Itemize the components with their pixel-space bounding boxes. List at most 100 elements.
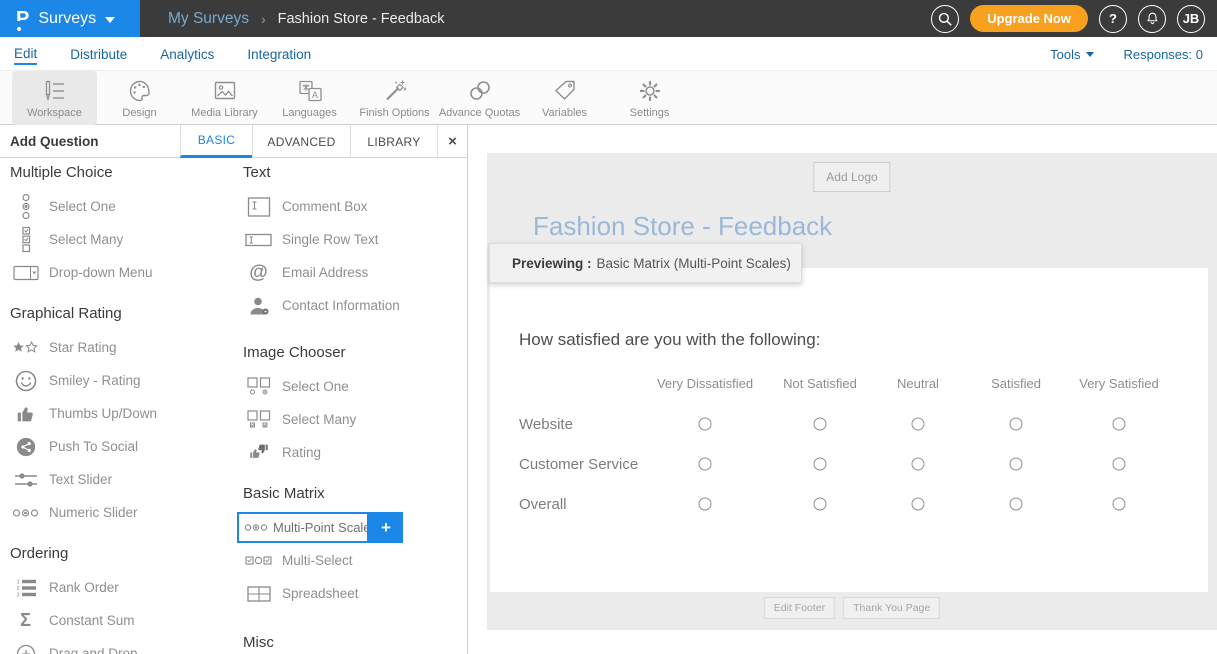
qtype-dropdown-menu[interactable]: Drop-down Menu xyxy=(0,256,233,289)
qtype-single-row-text[interactable]: Single Row Text xyxy=(233,223,466,256)
toolbar-finish-options[interactable]: Finish Options xyxy=(352,71,437,125)
radio-customer-service-not-satisfied[interactable] xyxy=(814,458,827,471)
edit-footer-button[interactable]: Edit Footer xyxy=(764,597,835,619)
add-logo-button[interactable]: Add Logo xyxy=(813,162,890,192)
close-panel-button[interactable]: × xyxy=(437,125,467,158)
radio-customer-service-very-satisfied[interactable] xyxy=(1113,458,1126,471)
qtype-label: Single Row Text xyxy=(282,232,379,247)
comment-box-icon xyxy=(245,196,272,218)
svg-text:A: A xyxy=(311,90,317,100)
toolbar-workspace[interactable]: Workspace xyxy=(12,71,97,125)
question-mark-icon: ? xyxy=(1109,11,1117,26)
qtype-label: Contact Information xyxy=(282,298,400,313)
radio-overall-very-dissatisfied[interactable] xyxy=(699,498,712,511)
image-select-one-icon xyxy=(245,377,272,396)
qtype-label: Email Address xyxy=(282,265,368,280)
dropdown-icon xyxy=(12,265,39,281)
radio-website-neutral[interactable] xyxy=(912,418,925,431)
section-graphical-rating: Graphical Rating Star Rating Smiley - Ra… xyxy=(0,305,233,529)
breadcrumb: My Surveys › Fashion Store - Feedback xyxy=(168,0,444,37)
multi-select-icon xyxy=(245,553,272,568)
product-switcher[interactable]: P Surveys xyxy=(0,0,140,37)
tab-basic[interactable]: BASIC xyxy=(180,125,252,158)
qtype-numeric-slider[interactable]: Numeric Slider xyxy=(0,496,233,529)
thank-you-page-button[interactable]: Thank You Page xyxy=(843,597,940,619)
section-misc: Misc xyxy=(233,634,466,652)
radio-overall-neutral[interactable] xyxy=(912,498,925,511)
qtype-label: Drop-down Menu xyxy=(49,265,153,280)
responses-count[interactable]: Responses: 0 xyxy=(1124,47,1204,62)
qtype-rank-order[interactable]: 123 Rank Order xyxy=(0,571,233,604)
qtype-text-slider[interactable]: Text Slider xyxy=(0,463,233,496)
toolbar-advance-quotas[interactable]: Advance Quotas xyxy=(437,71,522,125)
qtype-smiley-rating[interactable]: Smiley - Rating xyxy=(0,364,233,397)
search-button[interactable] xyxy=(931,5,959,33)
tools-menu[interactable]: Tools xyxy=(1050,47,1093,62)
radio-overall-not-satisfied[interactable] xyxy=(814,498,827,511)
qtype-label: Select Many xyxy=(49,232,123,247)
qtype-image-select-one[interactable]: Select One xyxy=(233,370,466,403)
toolbar-settings[interactable]: Settings xyxy=(607,71,692,125)
chevron-down-icon xyxy=(1086,52,1094,57)
breadcrumb-my-surveys[interactable]: My Surveys xyxy=(168,10,249,28)
notifications-button[interactable] xyxy=(1138,5,1166,33)
nav-tab-integration[interactable]: Integration xyxy=(247,45,311,64)
toolbar-variables[interactable]: Variables xyxy=(522,71,607,125)
qtype-label: Rating xyxy=(282,445,321,460)
qtype-push-to-social[interactable]: Push To Social xyxy=(0,430,233,463)
radio-website-satisfied[interactable] xyxy=(1010,418,1023,431)
qtype-drag-and-drop[interactable]: Drag and Drop xyxy=(0,637,233,654)
matrix-row-label: Website xyxy=(519,416,573,433)
radio-overall-satisfied[interactable] xyxy=(1010,498,1023,511)
section-multiple-choice: Multiple Choice Select One Select Many D… xyxy=(0,164,233,289)
section-text: Text Comment Box Single Row Text @ Email… xyxy=(233,164,466,322)
section-title: Image Chooser xyxy=(233,344,466,362)
matrix-row-label: Overall xyxy=(519,496,567,513)
qtype-email-address[interactable]: @ Email Address xyxy=(233,256,466,289)
tab-advanced[interactable]: ADVANCED xyxy=(252,125,350,158)
qtype-contact-information[interactable]: Contact Information xyxy=(233,289,466,322)
previewing-label: Previewing : xyxy=(512,256,592,271)
upgrade-now-button[interactable]: Upgrade Now xyxy=(970,5,1088,32)
nav-tab-analytics[interactable]: Analytics xyxy=(160,45,214,64)
section-title: Multiple Choice xyxy=(0,164,233,182)
qtype-label: Constant Sum xyxy=(49,613,135,628)
qtype-multi-select[interactable]: Multi-Select xyxy=(233,544,466,577)
qtype-select-many[interactable]: Select Many xyxy=(0,223,233,256)
qtype-star-rating[interactable]: Star Rating xyxy=(0,331,233,364)
toolbar-design[interactable]: Design xyxy=(97,71,182,125)
qtype-label: Select One xyxy=(282,379,349,394)
previewing-tooltip: Previewing : Basic Matrix (Multi-Point S… xyxy=(489,243,802,283)
qtype-image-select-many[interactable]: Select Many xyxy=(233,403,466,436)
qtype-label: Numeric Slider xyxy=(49,505,138,520)
survey-nav: Edit Distribute Analytics Integration To… xyxy=(0,37,1217,71)
qtype-image-rating[interactable]: Rating xyxy=(233,436,466,469)
radio-customer-service-very-dissatisfied[interactable] xyxy=(699,458,712,471)
radio-customer-service-neutral[interactable] xyxy=(912,458,925,471)
nav-tab-distribute[interactable]: Distribute xyxy=(70,45,127,64)
qtype-multi-point-scales-selected[interactable]: Multi-Point Scales + xyxy=(237,512,369,543)
qtype-comment-box[interactable]: Comment Box xyxy=(233,190,466,223)
qtype-thumbs-up-down[interactable]: Thumbs Up/Down xyxy=(0,397,233,430)
star-rating-icon xyxy=(12,341,39,355)
add-question-plus-button[interactable]: + xyxy=(369,512,403,543)
radio-overall-very-satisfied[interactable] xyxy=(1113,498,1126,511)
toolbar-label: Finish Options xyxy=(359,107,429,119)
toolbar-label: Workspace xyxy=(27,107,82,119)
qtype-constant-sum[interactable]: Σ Constant Sum xyxy=(0,604,233,637)
radio-website-very-satisfied[interactable] xyxy=(1113,418,1126,431)
qtype-select-one[interactable]: Select One xyxy=(0,190,233,223)
help-button[interactable]: ? xyxy=(1099,5,1127,33)
radio-website-not-satisfied[interactable] xyxy=(814,418,827,431)
multi-point-icon xyxy=(244,522,268,533)
svg-text:1: 1 xyxy=(16,579,19,585)
nav-tab-edit[interactable]: Edit xyxy=(14,44,37,65)
toolbar-languages[interactable]: A Languages xyxy=(267,71,352,125)
toolbar-media-library[interactable]: Media Library xyxy=(182,71,267,125)
qtype-spreadsheet[interactable]: Spreadsheet xyxy=(233,577,466,610)
chevron-down-icon xyxy=(105,17,115,23)
radio-website-very-dissatisfied[interactable] xyxy=(699,418,712,431)
radio-customer-service-satisfied[interactable] xyxy=(1010,458,1023,471)
tab-library[interactable]: LIBRARY xyxy=(350,125,437,158)
user-avatar[interactable]: JB xyxy=(1177,5,1205,33)
